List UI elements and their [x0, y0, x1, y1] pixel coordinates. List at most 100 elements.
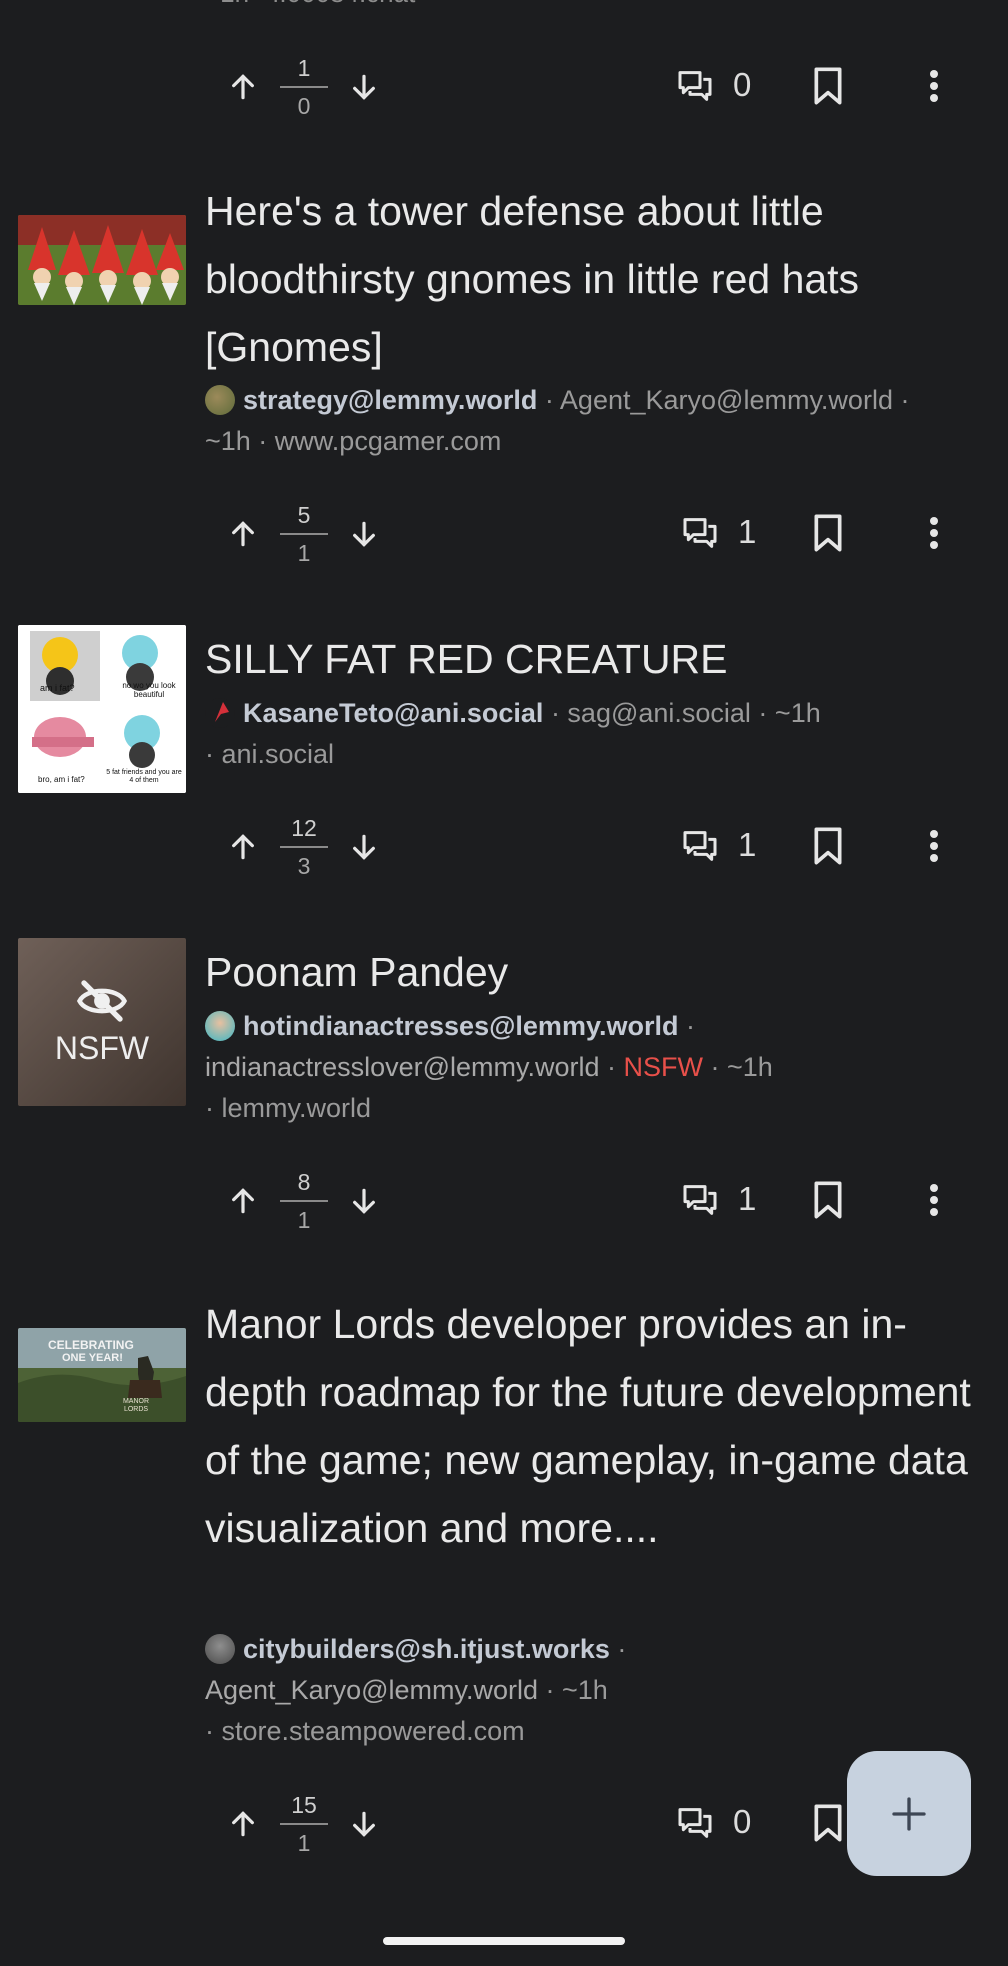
comment-count: 1	[738, 826, 757, 863]
community-avatar	[205, 698, 235, 728]
bookmark-button[interactable]	[806, 1801, 850, 1845]
post-thumbnail[interactable]: CELEBRATING ONE YEAR! MANOR LORDS	[18, 1328, 186, 1422]
create-post-fab[interactable]	[847, 1751, 971, 1876]
upvote-button[interactable]	[222, 1803, 264, 1845]
arrow-down-icon	[353, 834, 375, 860]
downvote-count: 3	[297, 853, 311, 879]
bookmark-button[interactable]	[806, 1178, 850, 1222]
arrow-up-icon	[232, 834, 254, 860]
thumb-caption: am i fat?	[40, 683, 75, 693]
upvote-count: 5	[297, 502, 311, 528]
post-meta: strategy@lemmy.world · Agent_Karyo@lemmy…	[205, 380, 995, 462]
community-link[interactable]: citybuilders@sh.itjust.works	[243, 1634, 610, 1664]
bookmark-button[interactable]	[806, 64, 850, 108]
vote-score: 12 3	[278, 814, 330, 880]
meta-separator: ·	[678, 1011, 695, 1041]
post-time-domain: ~1h · www.pcgamer.com	[205, 426, 502, 456]
thumb-caption: bro, am i fat?	[38, 775, 85, 784]
post-title[interactable]: Here's a tower defense about little bloo…	[205, 177, 980, 381]
arrow-up-icon	[232, 1188, 254, 1214]
post-title[interactable]: Poonam Pandey	[205, 938, 980, 1006]
comment-icon	[683, 1185, 717, 1215]
post-thumbnail[interactable]: am i fat? no wo you look beautiful bro, …	[18, 625, 186, 793]
more-vertical-icon	[930, 1184, 938, 1216]
arrow-up-icon	[232, 521, 254, 547]
comment-count: 0	[733, 1803, 752, 1840]
downvote-count: 1	[297, 1207, 311, 1233]
post-meta: hotindianactresses@lemmy.world · indiana…	[205, 1011, 773, 1123]
downvote-count: 1	[297, 1830, 311, 1856]
downvote-count: 0	[297, 93, 311, 119]
arrow-down-icon	[353, 521, 375, 547]
upvote-count: 1	[297, 55, 311, 81]
community-avatar	[205, 1634, 235, 1664]
thumb-text: ONE YEAR!	[62, 1352, 123, 1364]
downvote-button[interactable]	[343, 1180, 385, 1222]
downvote-button[interactable]	[343, 513, 385, 555]
upvote-count: 12	[291, 815, 317, 841]
vote-score: 5 1	[278, 501, 330, 567]
post-author[interactable]: · Agent_Karyo@lemmy.world ·	[537, 385, 910, 415]
downvote-button[interactable]	[343, 1803, 385, 1845]
comments-button[interactable]	[678, 824, 722, 868]
more-options-button[interactable]	[912, 824, 956, 868]
arrow-down-icon	[353, 1811, 375, 1837]
comment-icon	[678, 1808, 712, 1838]
community-link[interactable]: strategy@lemmy.world	[243, 385, 537, 415]
comments-button[interactable]	[673, 64, 717, 108]
post-actions: 5 1 1	[0, 493, 1008, 573]
more-options-button[interactable]	[912, 64, 956, 108]
bookmark-button[interactable]	[806, 824, 850, 868]
bookmark-icon	[814, 1181, 842, 1219]
vote-score: 1 0	[278, 54, 330, 120]
downvote-count: 1	[297, 540, 311, 566]
arrow-down-icon	[353, 1188, 375, 1214]
comment-icon	[683, 831, 717, 861]
eye-off-icon	[76, 979, 128, 1022]
nsfw-tag: NSFW	[623, 1052, 704, 1082]
post-thumbnail[interactable]	[18, 215, 186, 305]
arrow-up-icon	[232, 1811, 254, 1837]
community-link[interactable]: KasaneTeto@ani.social	[243, 698, 543, 728]
bookmark-icon	[814, 1804, 842, 1842]
thumb-text: MANOR LORDS	[122, 1398, 150, 1413]
post-meta-truncated: ~1h · f.00084.chat	[205, 0, 415, 9]
community-link[interactable]: hotindianactresses@lemmy.world	[243, 1011, 678, 1041]
downvote-button[interactable]	[343, 826, 385, 868]
more-vertical-icon	[930, 830, 938, 862]
thumb-caption: 5 fat friends and you are 4 of them	[106, 769, 182, 784]
bookmark-button[interactable]	[806, 511, 850, 555]
post-author[interactable]: · sag@ani.social · ~1h	[543, 698, 821, 728]
upvote-count: 8	[297, 1169, 311, 1195]
upvote-button[interactable]	[222, 826, 264, 868]
post-title[interactable]: SILLY FAT RED CREATURE	[205, 625, 980, 693]
post-author[interactable]: Agent_Karyo@lemmy.world	[205, 1675, 538, 1705]
upvote-button[interactable]	[222, 1180, 264, 1222]
upvote-button[interactable]	[222, 66, 264, 108]
upvote-button[interactable]	[222, 513, 264, 555]
community-avatar	[205, 1011, 235, 1041]
more-options-button[interactable]	[912, 1178, 956, 1222]
more-options-button[interactable]	[912, 511, 956, 555]
post-title[interactable]: Manor Lords developer provides an in-dep…	[205, 1290, 980, 1562]
thumb-text: CELEBRATING	[48, 1338, 134, 1352]
comments-button[interactable]	[678, 511, 722, 555]
meta-separator: ·	[609, 1634, 627, 1664]
comments-button[interactable]	[673, 1801, 717, 1845]
comments-button[interactable]	[678, 1178, 722, 1222]
post-thumbnail-nsfw[interactable]: NSFW	[18, 938, 186, 1106]
vote-score: 15 1	[278, 1791, 330, 1857]
post-actions: 12 3 1	[0, 806, 1008, 886]
home-indicator[interactable]	[383, 1937, 625, 1945]
post-meta: citybuilders@sh.itjust.works · Agent_Kar…	[205, 1629, 995, 1752]
post-domain: · store.steampowered.com	[205, 1716, 525, 1746]
comment-count: 0	[733, 66, 752, 103]
post-time: · ~1h	[703, 1052, 773, 1082]
comment-count: 1	[738, 513, 757, 550]
post-author[interactable]: indianactresslover@lemmy.world	[205, 1052, 600, 1082]
downvote-button[interactable]	[343, 66, 385, 108]
arrow-down-icon	[353, 74, 375, 100]
bookmark-icon	[814, 514, 842, 552]
post-meta: KasaneTeto@ani.social · sag@ani.social ·…	[205, 693, 995, 775]
vote-score: 8 1	[278, 1168, 330, 1234]
